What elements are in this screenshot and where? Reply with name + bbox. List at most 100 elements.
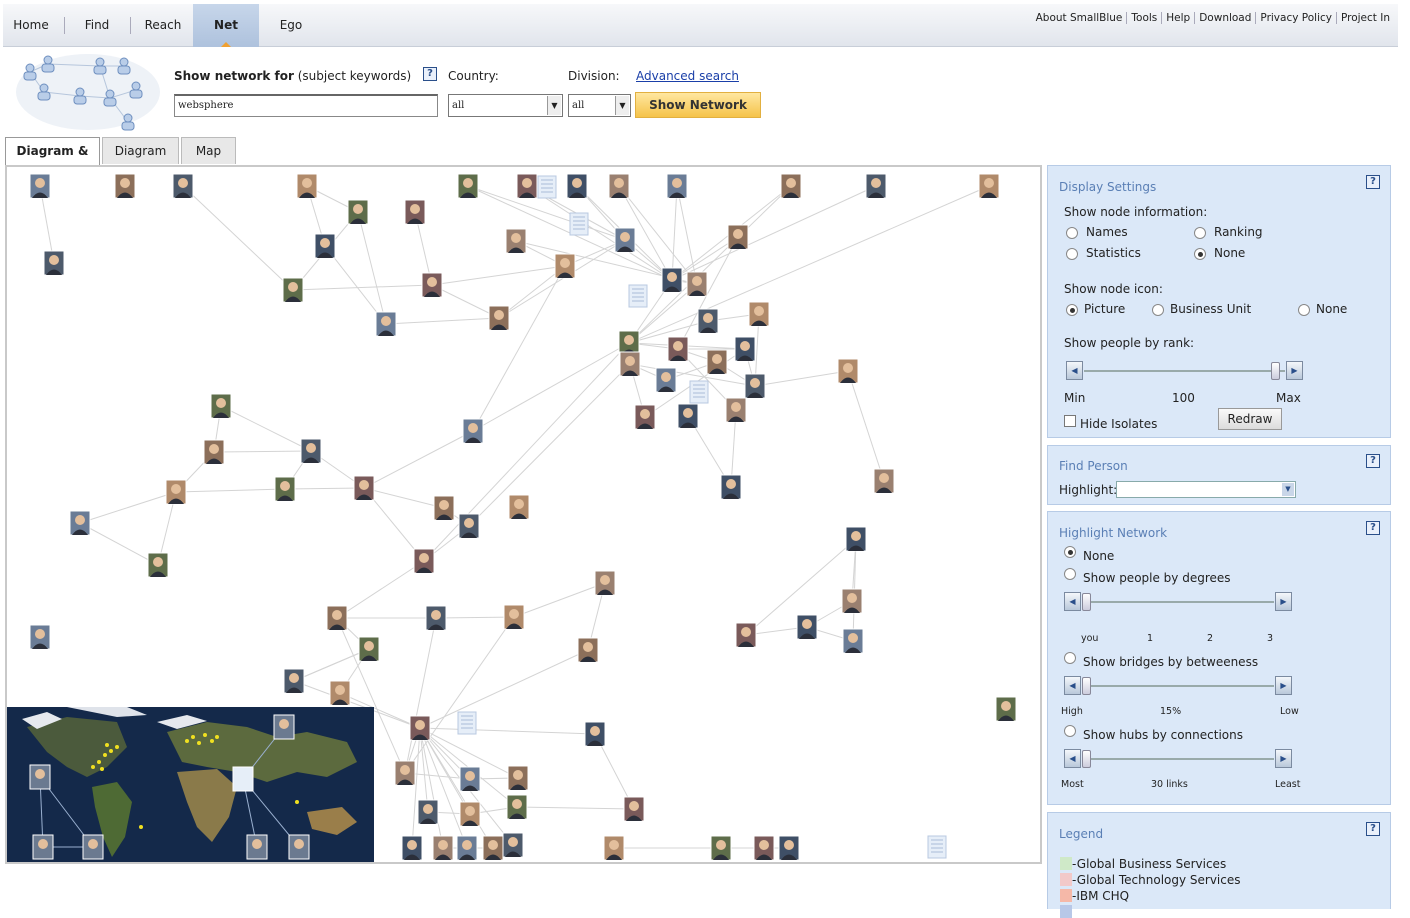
person-node-icon[interactable]: [329, 680, 351, 706]
person-node-icon[interactable]: [720, 474, 742, 500]
person-node-icon[interactable]: [425, 605, 447, 631]
nav-tab-net[interactable]: Net: [193, 4, 259, 47]
person-node-icon[interactable]: [347, 199, 369, 225]
person-node-icon[interactable]: [401, 835, 423, 861]
link-help[interactable]: Help: [1161, 12, 1195, 24]
slider-right-arrow-icon[interactable]: ▶: [1275, 592, 1292, 611]
person-node-icon[interactable]: [865, 173, 887, 199]
tab-map-only[interactable]: Map only: [181, 137, 236, 184]
link-about[interactable]: About SmallBlue: [1032, 12, 1127, 24]
person-node-icon[interactable]: [482, 835, 504, 861]
link-download[interactable]: Download: [1194, 12, 1256, 24]
person-node-icon[interactable]: [725, 397, 747, 423]
person-node-icon[interactable]: [29, 173, 51, 199]
person-node-icon[interactable]: [842, 628, 864, 654]
document-node-icon[interactable]: [457, 711, 477, 735]
person-node-icon[interactable]: [748, 301, 770, 327]
person-node-icon[interactable]: [841, 588, 863, 614]
person-node-icon[interactable]: [594, 570, 616, 596]
person-node-icon[interactable]: [457, 173, 479, 199]
person-node-icon[interactable]: [456, 835, 478, 861]
document-node-icon[interactable]: [689, 380, 709, 404]
degrees-slider-knob[interactable]: [1082, 593, 1091, 611]
person-node-icon[interactable]: [796, 614, 818, 640]
person-node-icon[interactable]: [488, 305, 510, 331]
person-node-icon[interactable]: [507, 765, 529, 791]
person-node-icon[interactable]: [172, 173, 194, 199]
node-icon-none-radio[interactable]: [1298, 304, 1310, 316]
person-node-icon[interactable]: [353, 475, 375, 501]
link-project[interactable]: Project In: [1335, 12, 1394, 24]
person-node-icon[interactable]: [147, 552, 169, 578]
person-node-icon[interactable]: [459, 801, 481, 827]
person-node-icon[interactable]: [300, 438, 322, 464]
person-node-icon[interactable]: [995, 696, 1017, 722]
link-privacy[interactable]: Privacy Policy: [1255, 12, 1336, 24]
node-info-ranking-radio[interactable]: [1194, 227, 1206, 239]
person-node-icon[interactable]: [577, 637, 599, 663]
map-person-icon[interactable]: [32, 834, 54, 860]
person-node-icon[interactable]: [735, 622, 757, 648]
person-node-icon[interactable]: [508, 494, 530, 520]
person-node-icon[interactable]: [503, 604, 525, 630]
highlight-degrees-radio[interactable]: [1064, 568, 1076, 580]
person-node-icon[interactable]: [618, 330, 640, 356]
highlight-hubs-radio[interactable]: [1064, 725, 1076, 737]
person-node-icon[interactable]: [282, 277, 304, 303]
slider-left-arrow-icon[interactable]: ◀: [1066, 361, 1083, 380]
person-node-icon[interactable]: [873, 468, 895, 494]
person-node-icon[interactable]: [566, 173, 588, 199]
person-node-icon[interactable]: [114, 173, 136, 199]
degrees-slider[interactable]: ◀ ▶: [1064, 592, 1292, 612]
redraw-button[interactable]: Redraw: [1218, 408, 1282, 430]
slider-left-arrow-icon[interactable]: ◀: [1064, 749, 1081, 768]
country-select[interactable]: all ▼: [448, 94, 563, 117]
node-info-names-radio[interactable]: [1066, 227, 1078, 239]
person-node-icon[interactable]: [623, 796, 645, 822]
person-node-icon[interactable]: [458, 513, 480, 539]
find-person-help-icon[interactable]: ?: [1366, 454, 1380, 468]
person-node-icon[interactable]: [413, 548, 435, 574]
slider-left-arrow-icon[interactable]: ◀: [1064, 592, 1081, 611]
rank-slider-knob[interactable]: [1271, 362, 1280, 380]
slider-right-arrow-icon[interactable]: ▶: [1275, 749, 1292, 768]
document-node-icon[interactable]: [927, 835, 947, 859]
person-node-icon[interactable]: [29, 624, 51, 650]
display-settings-help-icon[interactable]: ?: [1366, 175, 1380, 189]
person-node-icon[interactable]: [710, 835, 732, 861]
person-node-icon[interactable]: [502, 832, 524, 858]
map-person-icon[interactable]: [29, 764, 51, 790]
person-node-icon[interactable]: [283, 668, 305, 694]
slider-right-arrow-icon[interactable]: ▶: [1275, 676, 1292, 695]
search-help-icon[interactable]: ?: [423, 67, 437, 81]
person-node-icon[interactable]: [734, 336, 756, 362]
person-node-icon[interactable]: [165, 479, 187, 505]
highlight-person-select[interactable]: ▼: [1116, 481, 1296, 498]
person-node-icon[interactable]: [459, 766, 481, 792]
legend-help-icon[interactable]: ?: [1366, 822, 1380, 836]
person-node-icon[interactable]: [603, 835, 625, 861]
person-node-icon[interactable]: [634, 404, 656, 430]
person-node-icon[interactable]: [666, 173, 688, 199]
person-node-icon[interactable]: [69, 510, 91, 536]
highlight-network-help-icon[interactable]: ?: [1366, 521, 1380, 535]
person-node-icon[interactable]: [432, 835, 454, 861]
person-node-icon[interactable]: [608, 173, 630, 199]
document-node-icon[interactable]: [569, 212, 589, 236]
nav-tab-find[interactable]: Find: [69, 4, 125, 47]
hubs-slider[interactable]: ◀ ▶: [1064, 749, 1292, 769]
map-person-icon[interactable]: [246, 834, 268, 860]
network-diagram[interactable]: [5, 165, 1042, 864]
node-icon-picture-radio[interactable]: [1066, 304, 1078, 316]
person-node-icon[interactable]: [614, 227, 636, 253]
link-tools[interactable]: Tools: [1126, 12, 1162, 24]
bridges-slider-knob[interactable]: [1082, 677, 1091, 695]
hubs-slider-knob[interactable]: [1082, 750, 1091, 768]
person-node-icon[interactable]: [314, 233, 336, 259]
person-node-icon[interactable]: [404, 199, 426, 225]
person-node-icon[interactable]: [619, 351, 641, 377]
person-node-icon[interactable]: [506, 794, 528, 820]
person-node-icon[interactable]: [697, 308, 719, 334]
tab-diagram-only[interactable]: Diagram only: [102, 137, 179, 184]
person-node-icon[interactable]: [837, 358, 859, 384]
